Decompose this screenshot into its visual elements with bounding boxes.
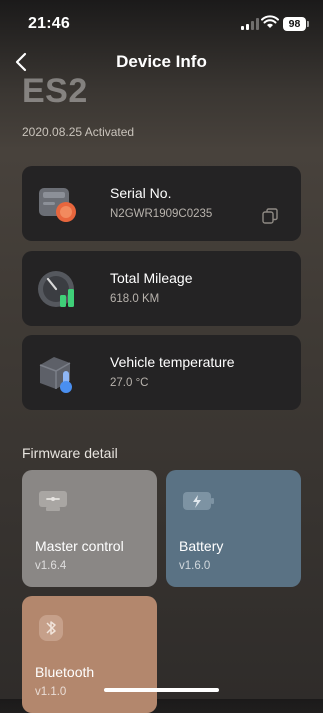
firmware-master-control-version: v1.6.4: [35, 560, 67, 572]
firmware-master-control-tile[interactable]: Master control v1.6.4: [22, 470, 157, 587]
status-bar: 21:46 98: [0, 0, 323, 44]
firmware-section-title: Firmware detail: [22, 445, 118, 461]
firmware-bluetooth-tile[interactable]: Bluetooth v1.1.0: [22, 596, 157, 713]
battery-charging-icon: [183, 492, 214, 510]
wifi-icon: [261, 15, 279, 28]
activation-date: 2020.08.25 Activated: [22, 125, 135, 139]
vehicle-temperature-label: Vehicle temperature: [110, 354, 235, 370]
vehicle-temperature-card: Vehicle temperature 27.0 °C: [22, 335, 301, 410]
serial-number-value: N2GWR1909C0235: [110, 208, 213, 220]
home-indicator[interactable]: [104, 688, 219, 692]
battery-tip: [307, 21, 309, 27]
speedometer-icon: [38, 271, 74, 307]
copy-icon[interactable]: [261, 207, 279, 225]
firmware-battery-version: v1.6.0: [179, 560, 211, 572]
page-title: Device Info: [116, 52, 207, 71]
firmware-bluetooth-name: Bluetooth: [35, 664, 95, 680]
vehicle-temperature-value: 27.0 °C: [110, 377, 149, 389]
thermometer-icon: [39, 357, 72, 393]
controller-icon: [39, 491, 67, 511]
serial-number-card: Serial No. N2GWR1909C0235: [22, 166, 301, 241]
device-model: ES2: [22, 72, 88, 110]
total-mileage-value: 618.0 KM: [110, 293, 160, 305]
total-mileage-label: Total Mileage: [110, 270, 193, 286]
battery-icon: 98: [283, 17, 306, 31]
firmware-master-control-name: Master control: [35, 538, 124, 554]
serial-number-label: Serial No.: [110, 185, 172, 201]
firmware-bluetooth-version: v1.1.0: [35, 686, 67, 698]
scooter-module-icon: [39, 188, 76, 222]
cellular-signal-icon: [241, 18, 259, 30]
bluetooth-icon: [39, 615, 63, 641]
status-time: 21:46: [28, 15, 70, 32]
firmware-battery-name: Battery: [179, 538, 224, 554]
total-mileage-card: Total Mileage 618.0 KM: [22, 251, 301, 326]
firmware-battery-tile[interactable]: Battery v1.6.0: [166, 470, 301, 587]
